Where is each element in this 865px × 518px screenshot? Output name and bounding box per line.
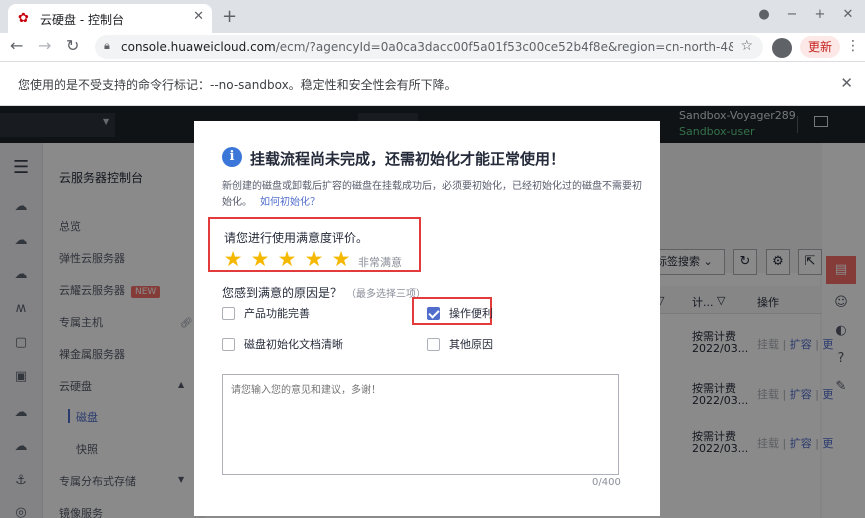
tab-search-icon[interactable]: ● — [757, 7, 771, 22]
init-reminder-dialog: i 挂载流程尚未完成，还需初始化才能正常使用！ 新创建的磁盘或卸载后扩容的磁盘在… — [194, 121, 660, 516]
how-to-init-link[interactable]: 如何初始化？ — [260, 197, 320, 208]
reason-checkbox-docs[interactable]: 磁盘初始化文档清晰 — [222, 336, 343, 352]
new-tab-icon[interactable]: + — [222, 6, 237, 27]
feedback-textarea[interactable] — [222, 374, 619, 475]
tab-close-icon[interactable]: ✕ — [193, 9, 204, 24]
infobar-message: 您使用的是不受支持的命令行标记：--no-sandbox。稳定性和安全性会有所下… — [18, 78, 457, 92]
infobar-close-icon[interactable]: ✕ — [840, 74, 853, 92]
feedback-char-counter: 0/400 — [592, 477, 621, 488]
minimize-icon[interactable]: − — [785, 7, 799, 22]
info-icon: i — [222, 147, 242, 167]
browser-tab[interactable]: ✿ 云硬盘 - 控制台 ✕ — [8, 4, 212, 33]
dialog-title: 挂载流程尚未完成，还需初始化才能正常使用！ — [250, 150, 566, 168]
star-icon-4[interactable]: ★ — [303, 249, 325, 270]
checkbox-checked[interactable] — [427, 306, 440, 320]
lock-icon: 🔒︎ — [104, 39, 110, 52]
star-icon-1[interactable]: ★ — [222, 249, 244, 270]
url-path: /ecm/?agencyId=0a0ca3dacc00f5a01f53c00ce… — [275, 40, 733, 54]
checkbox-label: 其他原因 — [449, 338, 493, 351]
maximize-icon[interactable]: + — [813, 7, 827, 22]
browser-tab-bar: ✿ 云硬盘 - 控制台 ✕ + ● − + ✕ — [0, 0, 865, 33]
star-icon-3[interactable]: ★ — [276, 249, 298, 270]
back-arrow-icon[interactable]: ← — [10, 36, 23, 55]
reason-question-text: 您感到满意的原因是？ — [222, 286, 343, 300]
profile-avatar-icon[interactable] — [772, 38, 792, 58]
url-text: console.huaweicloud.com/ecm/?agencyId=0a… — [121, 40, 733, 54]
reload-icon[interactable]: ↻ — [66, 36, 79, 55]
address-bar[interactable]: 🔒︎ console.huaweicloud.com/ecm/?agencyId… — [95, 35, 763, 59]
checkbox[interactable] — [222, 337, 235, 351]
star-icon-2[interactable]: ★ — [249, 249, 271, 270]
update-button[interactable]: 更新 — [800, 36, 840, 58]
tab-title: 云硬盘 - 控制台 — [40, 13, 124, 27]
forward-arrow-icon[interactable]: → — [38, 36, 51, 55]
star-rating: ★ ★ ★ ★ ★ — [222, 249, 352, 270]
reason-checkbox-features[interactable]: 产品功能完善 — [222, 305, 310, 321]
reason-question: 您感到满意的原因是？ （最多选择三项） — [222, 284, 426, 301]
checkbox-label: 产品功能完善 — [244, 307, 310, 320]
rating-label: 非常满意 — [358, 256, 402, 269]
browser-toolbar: ← → ↻ 🔒︎ console.huaweicloud.com/ecm/?ag… — [0, 33, 865, 62]
browser-menu-icon[interactable]: ⋮ — [846, 38, 860, 54]
checkbox-label: 操作便利 — [449, 307, 493, 320]
rating-section: 请您进行使用满意度评价。 ★ ★ ★ ★ ★ 非常满意 — [208, 217, 421, 272]
url-host: console.huaweicloud.com — [121, 40, 276, 54]
dialog-description: 新创建的磁盘或卸载后扩容的磁盘在挂载成功后，必须要初始化，已经初始化过的磁盘不需… — [222, 179, 642, 211]
reason-checkbox-ease-of-use[interactable]: 操作便利 — [427, 305, 493, 321]
checkbox[interactable] — [222, 306, 235, 320]
window-controls: ● − + ✕ — [757, 7, 855, 22]
reason-checkbox-other[interactable]: 其他原因 — [427, 336, 493, 352]
star-icon-5[interactable]: ★ — [330, 249, 352, 270]
checkbox[interactable] — [427, 337, 440, 351]
warning-infobar: 您使用的是不受支持的命令行标记：--no-sandbox。稳定性和安全性会有所下… — [0, 62, 865, 106]
checkbox-label: 磁盘初始化文档清晰 — [244, 338, 343, 351]
huawei-logo-icon: ✿ — [18, 11, 29, 26]
close-window-icon[interactable]: ✕ — [841, 7, 855, 22]
rating-prompt: 请您进行使用满意度评价。 — [224, 231, 369, 245]
bookmark-star-icon[interactable]: ☆ — [740, 38, 753, 54]
